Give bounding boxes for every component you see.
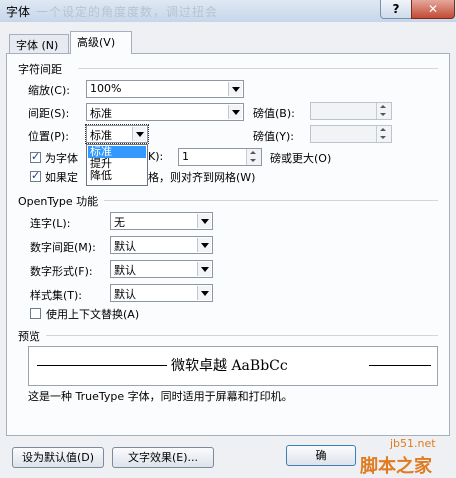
position-combo[interactable]: 标准: [85, 124, 149, 144]
ok-button-label: 确: [315, 449, 327, 462]
style-set-value: 默认: [114, 288, 136, 301]
chevron-down-icon[interactable]: [132, 127, 146, 141]
spacing-value: 标准: [90, 107, 112, 120]
kerning-spinner[interactable]: 1: [178, 148, 262, 166]
grid-label: 如果定: [45, 171, 78, 184]
style-set-combo[interactable]: 默认: [110, 284, 213, 302]
close-button[interactable]: ✕: [411, 0, 455, 19]
chevron-down-icon[interactable]: [197, 238, 211, 252]
section-character-spacing: 字符间距: [18, 63, 62, 76]
kerning-value: 1: [182, 150, 189, 163]
kerning-suffix: 磅或更大(O): [270, 152, 332, 165]
close-icon: ✕: [427, 2, 439, 16]
ligature-value: 无: [114, 216, 125, 229]
ligature-combo[interactable]: 无: [110, 212, 213, 230]
spinner-buttons[interactable]: [246, 149, 261, 165]
window-title: 字体: [6, 5, 31, 19]
preview-box: 微软卓越 AaBbCc: [28, 346, 438, 386]
num-form-value: 默认: [114, 264, 136, 277]
kerning-label-end: K):: [148, 150, 164, 163]
contextual-checkbox[interactable]: [30, 308, 41, 319]
grid-checkbox[interactable]: [30, 169, 41, 182]
scale-value: 100%: [90, 82, 122, 95]
watermark-site: jb51.net: [390, 437, 436, 450]
scale-combo[interactable]: 100%: [86, 80, 244, 98]
spinner-buttons[interactable]: [376, 103, 391, 119]
position-value: 标准: [90, 129, 112, 142]
spacing-pt-spinner[interactable]: [310, 102, 392, 120]
spacing-pt-label: 磅值(B):: [253, 107, 295, 120]
text-effects-button[interactable]: 文字效果(E)...: [112, 447, 214, 468]
tab-font-label: 字体 (N): [16, 39, 59, 52]
preview-line-left: [37, 365, 167, 366]
chevron-down-icon[interactable]: [197, 214, 211, 228]
background-title-text: 一个设定的角度度数，调过扭会: [36, 5, 219, 19]
scale-label: 缩放(C):: [28, 84, 70, 97]
tab-advanced[interactable]: 高级(V): [70, 31, 132, 54]
num-form-label: 数字形式(F):: [30, 265, 93, 278]
position-pt-spinner[interactable]: [310, 125, 392, 143]
num-form-combo[interactable]: 默认: [110, 260, 213, 278]
num-spacing-combo[interactable]: 默认: [110, 236, 213, 254]
kerning-label: 为字体: [45, 152, 78, 165]
chevron-down-icon[interactable]: [228, 105, 242, 119]
help-icon: ?: [392, 2, 400, 16]
preview-sample: 微软卓越 AaBbCc: [171, 358, 288, 374]
position-pt-label: 磅值(Y):: [253, 130, 295, 143]
chevron-down-icon[interactable]: [197, 262, 211, 276]
section-divider: [46, 335, 438, 336]
ok-button[interactable]: 确: [286, 445, 356, 466]
preview-line-right: [369, 365, 431, 366]
preview-note: 这是一种 TrueType 字体，同时适用于屏幕和打印机。: [28, 390, 293, 403]
help-button[interactable]: ?: [380, 0, 412, 19]
tab-advanced-label: 高级(V): [77, 36, 116, 49]
section-divider: [104, 200, 438, 201]
style-set-label: 样式集(T):: [30, 289, 83, 302]
position-dropdown-list[interactable]: 标准 提升 降低: [86, 144, 148, 186]
tab-font[interactable]: 字体 (N): [9, 34, 69, 54]
num-spacing-value: 默认: [114, 240, 136, 253]
kerning-checkbox[interactable]: [30, 150, 41, 163]
section-opentype: OpenType 功能: [18, 195, 99, 208]
grid-label-end: 格，则对齐到网格(W): [148, 171, 256, 184]
watermark-name: 脚本之家: [360, 456, 432, 477]
position-label: 位置(P):: [28, 130, 69, 143]
set-default-button[interactable]: 设为默认值(D): [12, 447, 104, 468]
contextual-label: 使用上下文替换(A): [46, 308, 140, 321]
chevron-down-icon[interactable]: [228, 82, 242, 96]
spinner-buttons[interactable]: [376, 126, 391, 142]
chevron-down-icon[interactable]: [197, 286, 211, 300]
spacing-label: 间距(S):: [28, 107, 70, 120]
position-option[interactable]: 降低: [88, 170, 146, 182]
section-preview: 预览: [18, 330, 40, 343]
spacing-combo[interactable]: 标准: [86, 103, 244, 121]
num-spacing-label: 数字间距(M):: [30, 241, 96, 254]
section-divider: [78, 68, 438, 69]
ligature-label: 连字(L):: [30, 217, 71, 230]
